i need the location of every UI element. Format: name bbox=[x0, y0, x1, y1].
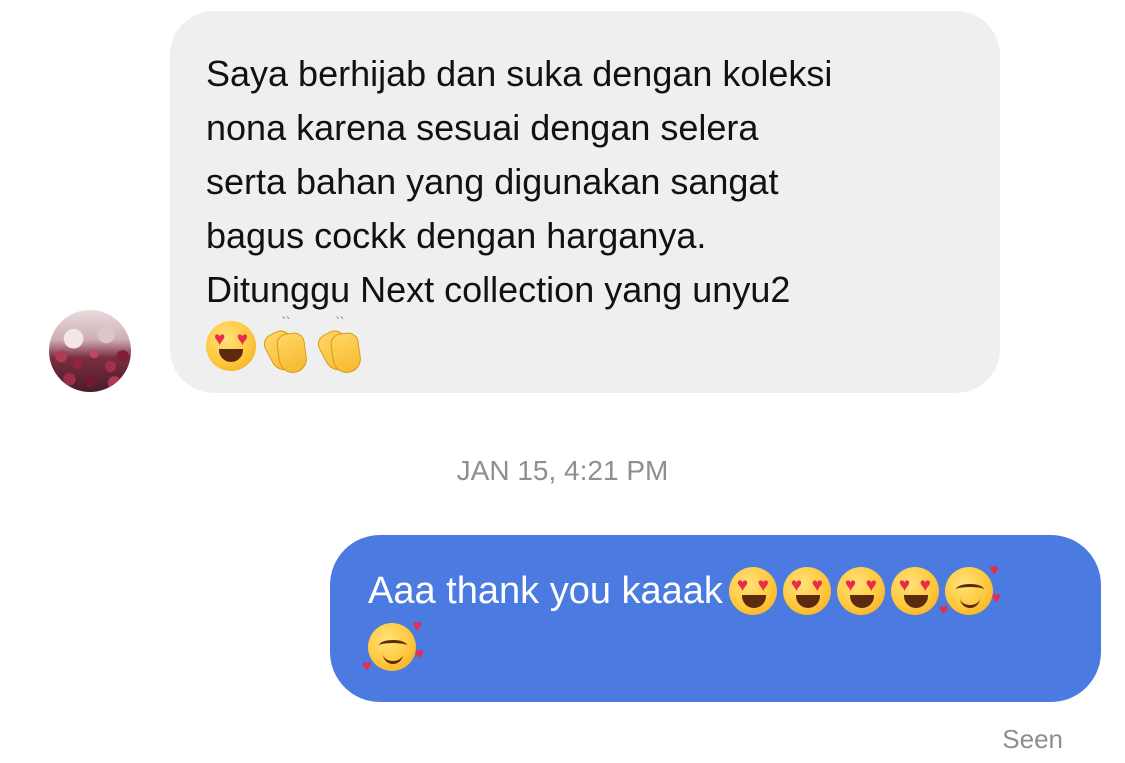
heart-eyes-emoji-icon bbox=[890, 567, 939, 615]
heart-eyes-emoji-icon bbox=[206, 321, 256, 371]
clapping-hands-emoji-icon: ՝՝ bbox=[260, 315, 310, 376]
sender-avatar[interactable] bbox=[49, 310, 131, 392]
smiling-face-with-hearts-emoji-icon: ♥ ♥ ♥ bbox=[362, 618, 424, 675]
heart-eyes-emoji-icon bbox=[728, 567, 777, 615]
outgoing-line-1: Aaa thank you kaaak ♥ ♥ ♥ bbox=[368, 563, 1065, 619]
incoming-message-text: Saya berhijab dan suka dengan koleksi no… bbox=[206, 53, 833, 310]
incoming-message-bubble[interactable]: Saya berhijab dan suka dengan koleksi no… bbox=[170, 11, 1000, 393]
smiling-face-with-hearts-emoji-icon: ♥ ♥ ♥ bbox=[938, 562, 1001, 619]
outgoing-line-2: ♥ ♥ ♥ bbox=[362, 618, 1065, 675]
outgoing-message-bubble[interactable]: Aaa thank you kaaak ♥ ♥ ♥ ♥ ♥ ♥ bbox=[330, 535, 1101, 702]
heart-eyes-emoji-icon bbox=[782, 567, 831, 615]
heart-eyes-emoji-icon bbox=[836, 567, 885, 615]
outgoing-message-text: Aaa thank you kaaak bbox=[368, 570, 723, 612]
avatar-photo bbox=[49, 341, 131, 392]
seen-status: Seen bbox=[1002, 724, 1063, 754]
incoming-emoji-row: ՝՝ ՝՝ bbox=[206, 315, 964, 376]
clapping-hands-emoji-icon: ՝՝ bbox=[314, 315, 364, 376]
message-timestamp: JAN 15, 4:21 PM bbox=[456, 455, 669, 486]
